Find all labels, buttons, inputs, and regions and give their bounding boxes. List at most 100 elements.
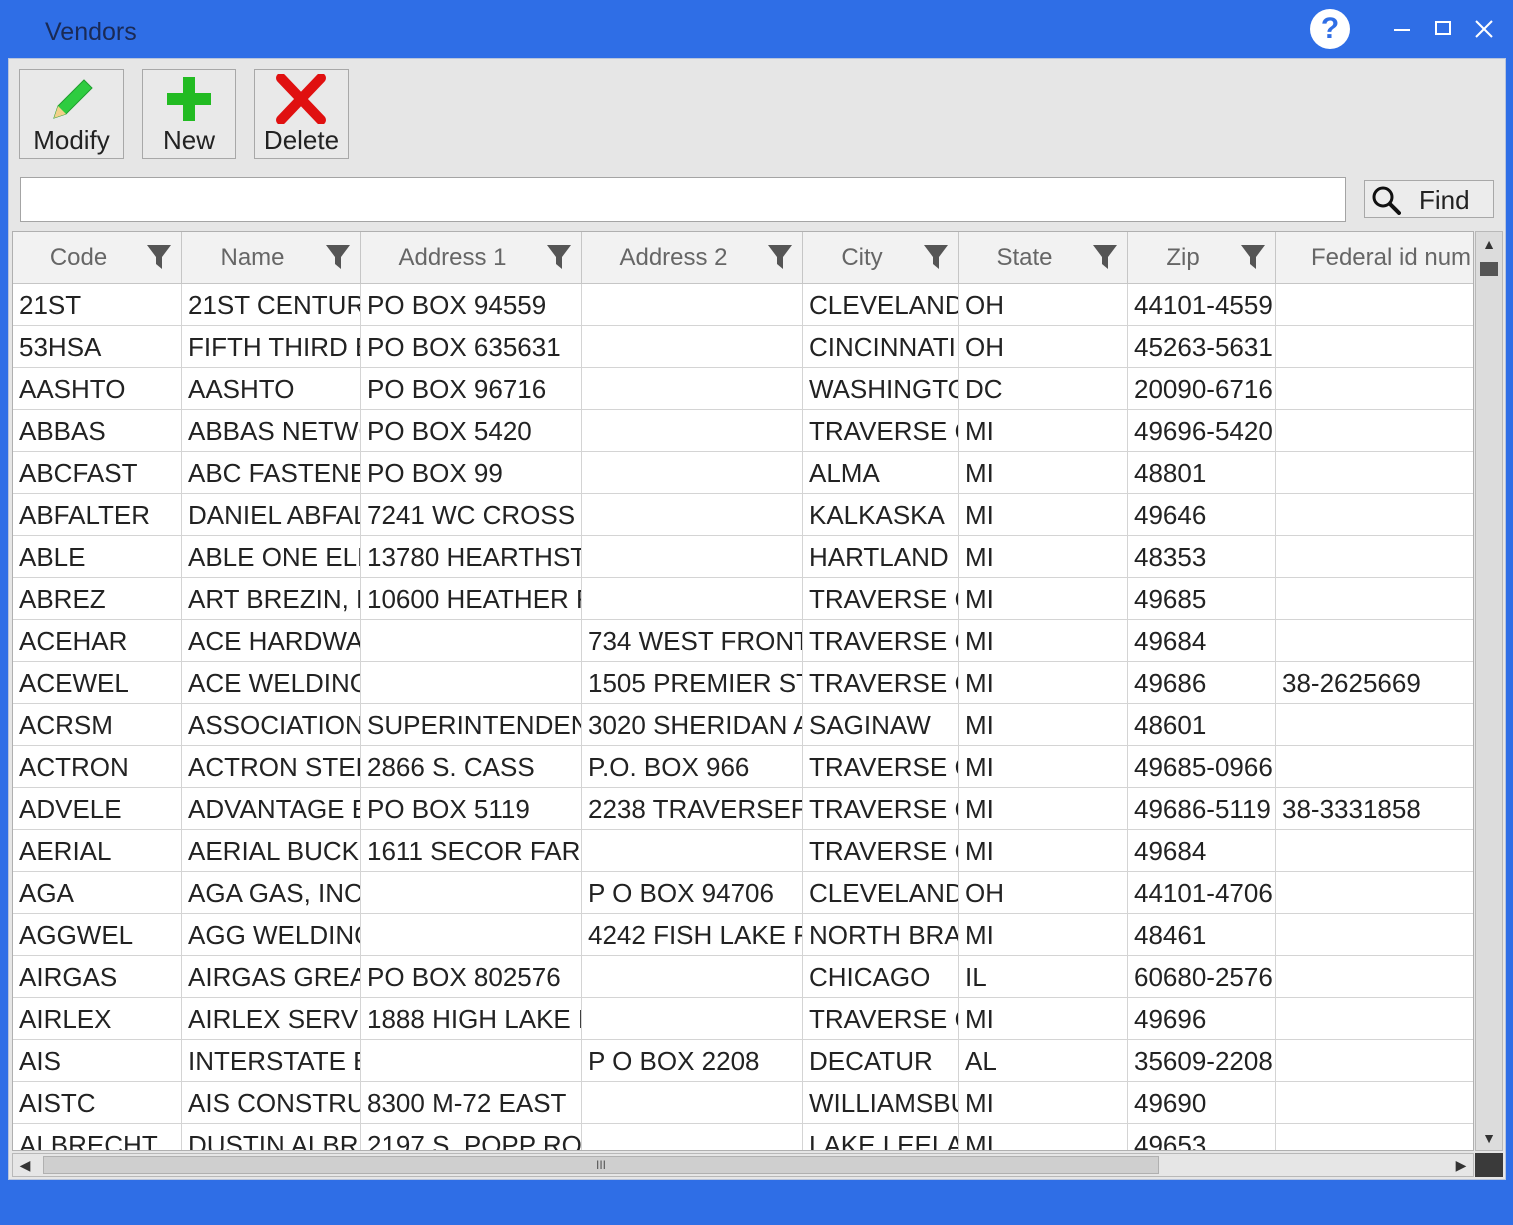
cell-name[interactable]: AASHTO — [182, 368, 361, 410]
cell-zip[interactable]: 20090-6716 — [1128, 368, 1276, 410]
cell-address-1[interactable]: 1888 HIGH LAKE RD — [361, 998, 582, 1040]
cell-address-1[interactable]: 2197 S. POPP ROAD — [361, 1124, 582, 1150]
cell-state[interactable]: MI — [959, 746, 1128, 788]
cell-zip[interactable]: 60680-2576 — [1128, 956, 1276, 998]
cell-federal-id[interactable] — [1276, 536, 1473, 578]
cell-city[interactable]: SAGINAW — [803, 704, 959, 746]
cell-zip[interactable]: 49696-5420 — [1128, 410, 1276, 452]
close-icon[interactable] — [1469, 14, 1499, 44]
cell-state[interactable]: MI — [959, 998, 1128, 1040]
cell-city[interactable]: DECATUR — [803, 1040, 959, 1082]
table-row[interactable]: ABBASABBAS NETWOPO BOX 5420 TRAVERSE CIMI… — [13, 410, 1473, 452]
cell-zip[interactable]: 49686 — [1128, 662, 1276, 704]
cell-zip[interactable]: 49684 — [1128, 830, 1276, 872]
cell-federal-id[interactable] — [1276, 746, 1473, 788]
cell-federal-id[interactable] — [1276, 578, 1473, 620]
cell-name[interactable]: ASSOCIATION ( — [182, 704, 361, 746]
table-row[interactable]: AIRGASAIRGAS GREATPO BOX 802576 CHICAGOIL… — [13, 956, 1473, 998]
vertical-scroll-thumb[interactable] — [1480, 262, 1498, 276]
column-header-code[interactable]: Code — [13, 232, 182, 284]
cell-name[interactable]: ART BREZIN, LL — [182, 578, 361, 620]
cell-address-2[interactable] — [582, 326, 803, 368]
cell-address-2[interactable]: 2238 TRAVERSEFIEL — [582, 788, 803, 830]
cell-federal-id[interactable] — [1276, 872, 1473, 914]
cell-zip[interactable]: 49690 — [1128, 1082, 1276, 1124]
cell-name[interactable]: AIS CONSTRUC — [182, 1082, 361, 1124]
cell-state[interactable]: OH — [959, 872, 1128, 914]
cell-address-2[interactable]: 4242 FISH LAKE RD — [582, 914, 803, 956]
cell-address-2[interactable] — [582, 956, 803, 998]
cell-address-2[interactable]: 3020 SHERIDAN AV — [582, 704, 803, 746]
cell-code[interactable]: AGA — [13, 872, 182, 914]
cell-address-2[interactable] — [582, 452, 803, 494]
cell-address-2[interactable] — [582, 830, 803, 872]
cell-state[interactable]: MI — [959, 1124, 1128, 1150]
cell-zip[interactable]: 44101-4706 — [1128, 872, 1276, 914]
table-row[interactable]: AIRLEXAIRLEX SERVICE1888 HIGH LAKE RD TRA… — [13, 998, 1473, 1040]
cell-state[interactable]: MI — [959, 914, 1128, 956]
cell-address-2[interactable] — [582, 578, 803, 620]
cell-code[interactable]: AERIAL — [13, 830, 182, 872]
cell-zip[interactable]: 48353 — [1128, 536, 1276, 578]
table-row[interactable]: AASHTO AASHTO PO BOX 96716 WASHINGTO DC 20090… — [13, 368, 1473, 410]
cell-city[interactable]: CLEVELAND — [803, 872, 959, 914]
cell-federal-id[interactable] — [1276, 1040, 1473, 1082]
cell-address-1[interactable]: SUPERINTENDENTS — [361, 704, 582, 746]
cell-name[interactable]: AIRLEX SERVICE — [182, 998, 361, 1040]
cell-federal-id[interactable] — [1276, 1124, 1473, 1150]
table-row[interactable]: AISTCAIS CONSTRUC8300 M-72 EAST WILLIAMSB… — [13, 1082, 1473, 1124]
cell-name[interactable]: AIRGAS GREAT — [182, 956, 361, 998]
cell-state[interactable]: OH — [959, 284, 1128, 326]
table-row[interactable]: ABFALTERDANIEL ABFALT7241 WC CROSS D KALK… — [13, 494, 1473, 536]
cell-zip[interactable]: 49646 — [1128, 494, 1276, 536]
cell-name[interactable]: ABLE ONE ELEV — [182, 536, 361, 578]
cell-state[interactable]: MI — [959, 452, 1128, 494]
table-row[interactable]: AGA AGA GAS, INC P O BOX 94706 CLEVELAND OH 4… — [13, 872, 1473, 914]
cell-code[interactable]: ALBRECHT — [13, 1124, 182, 1150]
cell-address-1[interactable]: PO BOX 94559 — [361, 284, 582, 326]
cell-address-1[interactable]: PO BOX 5119 — [361, 788, 582, 830]
cell-address-2[interactable]: 734 WEST FRONT S — [582, 620, 803, 662]
cell-name[interactable]: AERIAL BUCKET — [182, 830, 361, 872]
scroll-down-icon[interactable]: ▼ — [1476, 1126, 1502, 1150]
cell-address-1[interactable] — [361, 914, 582, 956]
delete-button[interactable]: Delete — [254, 69, 349, 159]
cell-zip[interactable]: 49684 — [1128, 620, 1276, 662]
table-row[interactable]: ACEWEL ACE WELDING 1505 PREMIER ST. TRAVERS… — [13, 662, 1473, 704]
cell-name[interactable]: ABBAS NETWO — [182, 410, 361, 452]
table-row[interactable]: ABCFASTABC FASTENERPO BOX 99 ALMAMI48801 — [13, 452, 1473, 494]
cell-city[interactable]: CINCINNATI — [803, 326, 959, 368]
cell-address-1[interactable]: PO BOX 635631 — [361, 326, 582, 368]
cell-address-1[interactable] — [361, 1040, 582, 1082]
minimize-icon[interactable] — [1387, 14, 1417, 44]
cell-code[interactable]: ABBAS — [13, 410, 182, 452]
cell-name[interactable]: AGA GAS, INC — [182, 872, 361, 914]
cell-address-2[interactable] — [582, 494, 803, 536]
cell-code[interactable]: ACTRON — [13, 746, 182, 788]
cell-address-1[interactable]: 7241 WC CROSS D — [361, 494, 582, 536]
cell-city[interactable]: TRAVERSE CI — [803, 620, 959, 662]
cell-city[interactable]: NORTH BRAN — [803, 914, 959, 956]
cell-address-1[interactable]: PO BOX 96716 — [361, 368, 582, 410]
cell-name[interactable]: ADVANTAGE EL — [182, 788, 361, 830]
cell-address-2[interactable]: P O BOX 94706 — [582, 872, 803, 914]
cell-code[interactable]: 53HSA — [13, 326, 182, 368]
cell-zip[interactable]: 49653 — [1128, 1124, 1276, 1150]
funnel-icon[interactable] — [146, 244, 172, 270]
table-row[interactable]: ACEHARACE HARDWAR 734 WEST FRONT STRAVERS… — [13, 620, 1473, 662]
table-row[interactable]: ADVELEADVANTAGE ELPO BOX 51192238 TRAVER… — [13, 788, 1473, 830]
cell-name[interactable]: DANIEL ABFALT — [182, 494, 361, 536]
cell-code[interactable]: ABREZ — [13, 578, 182, 620]
cell-address-2[interactable] — [582, 536, 803, 578]
cell-federal-id[interactable] — [1276, 368, 1473, 410]
table-row[interactable]: ACRSMASSOCIATION (SUPERINTENDENTS3020 SH… — [13, 704, 1473, 746]
cell-name[interactable]: ACTRON STEEL — [182, 746, 361, 788]
cell-federal-id[interactable] — [1276, 284, 1473, 326]
cell-city[interactable]: TRAVERSE CI — [803, 830, 959, 872]
cell-federal-id[interactable]: 38-2625669 — [1276, 662, 1473, 704]
cell-address-2[interactable] — [582, 284, 803, 326]
cell-address-2[interactable]: P O BOX 2208 — [582, 1040, 803, 1082]
column-header-zip[interactable]: Zip — [1128, 232, 1276, 284]
cell-state[interactable]: MI — [959, 830, 1128, 872]
cell-address-1[interactable] — [361, 662, 582, 704]
